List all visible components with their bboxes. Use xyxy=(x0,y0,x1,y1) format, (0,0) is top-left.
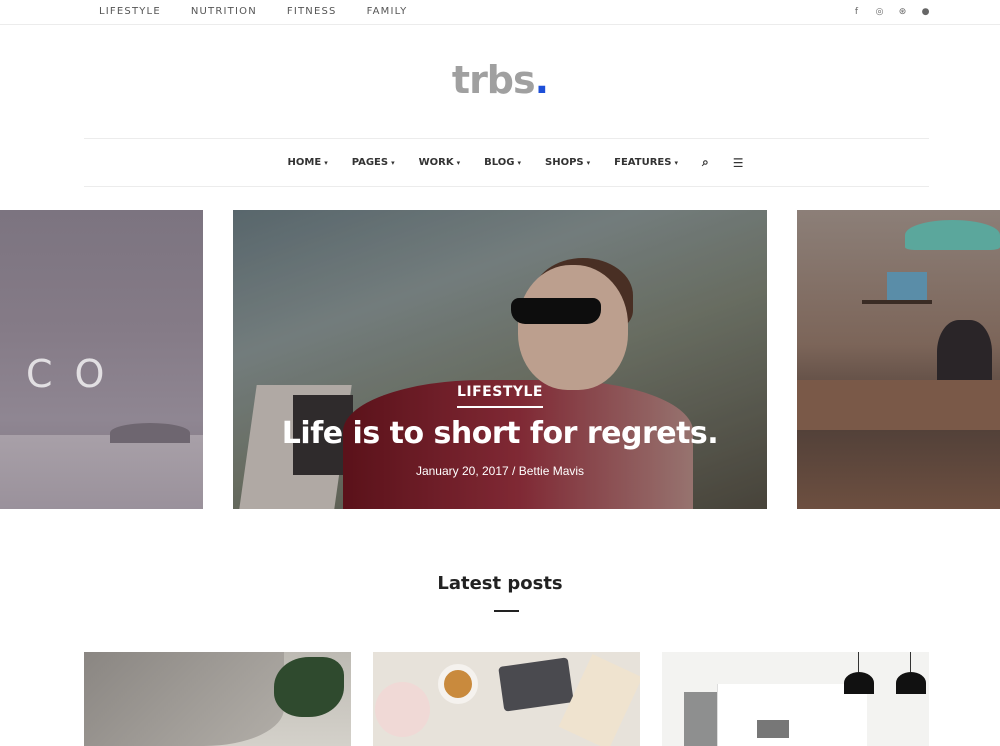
chevron-down-icon: ▾ xyxy=(456,158,461,167)
post-image-paper-roll xyxy=(558,654,640,746)
chevron-down-icon: ▾ xyxy=(324,158,328,167)
logo-text: trbs xyxy=(451,58,536,102)
nav-item-work[interactable]: WORK ▾ xyxy=(419,157,461,168)
post-image-plate xyxy=(375,682,430,737)
menu-icon[interactable]: ☰ xyxy=(733,156,744,170)
nav-label-shops: SHOPS xyxy=(545,157,584,168)
slide-image-peak xyxy=(110,423,190,443)
nav-label-work: WORK xyxy=(418,157,454,168)
slide-next[interactable] xyxy=(797,210,1000,509)
post-image-cup xyxy=(438,664,478,704)
top-category-nav: LIFESTYLE NUTRITION FITNESS FAMILY xyxy=(99,6,437,17)
slide-previous[interactable]: CO xyxy=(0,210,203,509)
nav-label-blog: BLOG xyxy=(484,157,515,168)
chevron-down-icon: ▾ xyxy=(586,158,591,167)
github-icon[interactable]: ● xyxy=(921,6,930,18)
post-card-1[interactable] xyxy=(84,652,351,746)
post-image-pendant-lamp xyxy=(844,672,874,694)
slide-meta: January 20, 2017 / Bettie Mavis xyxy=(415,464,585,478)
post-card-3[interactable] xyxy=(662,652,929,746)
slide-image-lamp xyxy=(905,220,1000,250)
facebook-icon[interactable]: f xyxy=(852,6,861,18)
logo-dot: . xyxy=(534,58,549,102)
nav-label-home: HOME xyxy=(287,157,322,168)
slide-overlay-text: CO xyxy=(26,352,127,396)
chevron-down-icon: ▾ xyxy=(391,158,395,167)
dribbble-icon[interactable]: ⊛ xyxy=(898,6,907,18)
slide-category-link[interactable]: LIFESTYLE xyxy=(456,384,543,408)
post-image-tablet xyxy=(498,657,574,712)
post-image-cord xyxy=(858,652,859,672)
main-navigation: HOME ▾ PAGES ▾ WORK ▾ BLOG ▾ SHOPS ▾ FEATURES… xyxy=(84,138,929,187)
top-bar: LIFESTYLE NUTRITION FITNESS FAMILY f ◎ ⊛… xyxy=(0,0,1000,25)
slide-title[interactable]: Life is to short for regrets. xyxy=(233,416,767,451)
slide-image-counter xyxy=(797,380,1000,430)
social-links: f ◎ ⊛ ● xyxy=(852,6,930,18)
post-image-sweater xyxy=(84,652,284,746)
nav-item-pages[interactable]: PAGES ▾ xyxy=(352,157,395,168)
slide-category: LIFESTYLE xyxy=(233,383,767,408)
post-image-fridge xyxy=(684,692,719,746)
nav-item-home[interactable]: HOME ▾ xyxy=(288,157,328,168)
slide-image-shelf xyxy=(862,300,932,304)
chevron-down-icon: ▾ xyxy=(674,158,678,167)
post-image-plant xyxy=(274,657,344,717)
top-nav-family[interactable]: FAMILY xyxy=(367,6,408,17)
chevron-down-icon: ▾ xyxy=(517,158,521,167)
top-nav-fitness[interactable]: FITNESS xyxy=(287,6,337,17)
heading-divider xyxy=(494,610,519,612)
slide-image-mountains xyxy=(0,435,203,509)
post-image-pendant-lamp xyxy=(896,672,926,694)
top-nav-lifestyle[interactable]: LIFESTYLE xyxy=(99,6,161,17)
nav-label-features: FEATURES xyxy=(614,157,672,168)
nav-item-shops[interactable]: SHOPS ▾ xyxy=(545,157,590,168)
post-card-2[interactable] xyxy=(373,652,640,746)
nav-item-blog[interactable]: BLOG ▾ xyxy=(484,157,521,168)
nav-label-pages: PAGES xyxy=(351,157,389,168)
nav-item-features[interactable]: FEATURES ▾ xyxy=(614,157,678,168)
slide-image-boxes xyxy=(887,272,927,300)
latest-posts-heading: Latest posts xyxy=(437,573,563,594)
slide-featured[interactable]: LIFESTYLE Life is to short for regrets. … xyxy=(233,210,767,509)
site-logo[interactable]: trbs. xyxy=(0,58,1000,102)
post-image-microwave xyxy=(757,720,789,738)
instagram-icon[interactable]: ◎ xyxy=(875,6,884,18)
search-icon[interactable]: ⌕ xyxy=(702,155,709,170)
top-nav-nutrition[interactable]: NUTRITION xyxy=(191,6,257,17)
post-image-cord xyxy=(910,652,911,672)
